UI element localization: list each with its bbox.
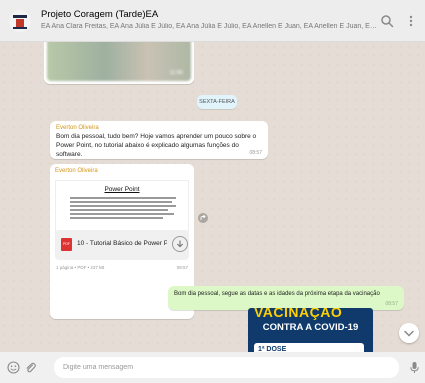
forward-icon[interactable] — [198, 213, 208, 223]
file-name[interactable]: 10 - Tutorial Básico de Power Poi... — [77, 240, 167, 247]
chat-title[interactable]: Projeto Coragem (Tarde)EA — [41, 9, 158, 20]
message-time: 08:57 — [176, 265, 188, 270]
preview-line — [70, 213, 174, 215]
sender-name[interactable]: Everton Oliveira — [56, 125, 262, 131]
message-input[interactable] — [54, 357, 399, 378]
chat-area[interactable]: 11:56 SEXTA-FEIRA Everton Oliveira Bom d… — [0, 42, 425, 352]
document-file[interactable]: PDF 10 - Tutorial Básico de Power Poi... — [55, 230, 189, 260]
menu-icon[interactable] — [404, 14, 418, 28]
sender-name[interactable]: Everton Oliveira — [55, 168, 189, 174]
emoji-icon[interactable] — [7, 361, 20, 374]
preview-line — [70, 209, 168, 211]
search-icon[interactable] — [380, 14, 394, 28]
preview-line — [70, 197, 176, 199]
day-divider: SEXTA-FEIRA — [197, 95, 237, 109]
group-avatar[interactable] — [9, 10, 31, 32]
message-time: 11:56 — [169, 70, 183, 76]
document-preview-title: Power Point — [104, 186, 140, 193]
chat-header[interactable]: Projeto Coragem (Tarde)EA EA Ana Clara F… — [0, 0, 425, 42]
message-time: 08:57 — [249, 150, 262, 156]
image-dose-label: 1ª DOSE — [254, 343, 364, 352]
incoming-message[interactable]: Everton Oliveira Bom dia pessoal, tudo b… — [50, 121, 268, 159]
mic-icon[interactable] — [408, 361, 421, 374]
image-heading: VACINAÇÃO — [254, 308, 343, 320]
chat-members-list: EA Ana Clara Freitas, EA Ana Júlia E Júl… — [41, 23, 381, 30]
vaccination-image[interactable]: VACINAÇÃO CONTRA A COVID-19 1ª DOSE — [248, 308, 373, 352]
outgoing-message[interactable]: Bom dia pessoal, segue as datas e as ida… — [168, 286, 404, 310]
message-time: 08:57 — [385, 301, 398, 307]
message-composer — [0, 352, 425, 383]
document-preview-text — [70, 197, 176, 221]
message-text: Bom dia pessoal, segue as datas e as ida… — [174, 291, 380, 297]
message-text: Bom dia pessoal, tudo bem? Hoje vamos ap… — [56, 133, 257, 158]
avatar-logo-base — [13, 27, 27, 29]
image-message[interactable]: 11:56 — [44, 42, 194, 84]
document-meta: 1 página • PDF • 237 kB — [56, 265, 105, 270]
preview-line — [70, 217, 164, 219]
image-subheading: CONTRA A COVID-19 — [262, 322, 359, 333]
download-icon[interactable] — [172, 236, 188, 252]
image-thumbnail[interactable]: 11:56 — [47, 42, 191, 81]
chevron-down-icon[interactable] — [399, 323, 419, 343]
avatar-logo-mark — [16, 19, 24, 27]
avatar-logo-bar — [13, 15, 27, 18]
preview-line — [70, 205, 176, 207]
paperclip-icon[interactable] — [24, 361, 37, 374]
pdf-file-icon: PDF — [61, 238, 72, 251]
preview-line — [70, 201, 172, 203]
